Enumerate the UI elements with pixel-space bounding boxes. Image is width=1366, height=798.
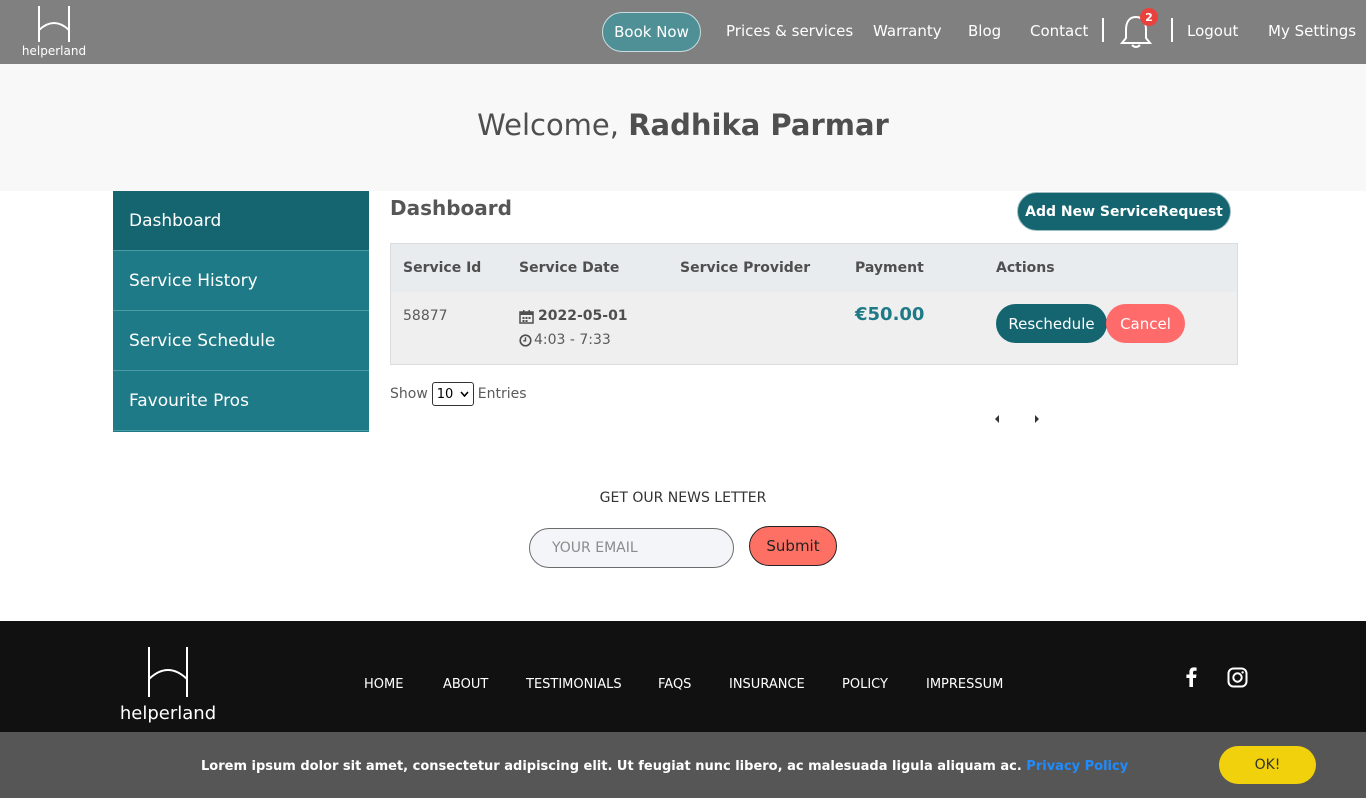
sidebar-item-service-history[interactable]: Service History xyxy=(113,251,369,311)
logo-mark-icon xyxy=(38,6,70,42)
column-header-service-id[interactable]: Service Id xyxy=(403,260,481,276)
footer-link-home[interactable]: HOME xyxy=(364,677,403,692)
logo-mark-icon xyxy=(148,647,188,697)
welcome-banner: Welcome, Radhika Parmar xyxy=(0,64,1366,191)
footer-link-policy[interactable]: POLICY xyxy=(842,677,888,692)
sidebar-item-favourite-pros[interactable]: Favourite Pros xyxy=(113,371,369,431)
service-time: 4:03 - 7:33 xyxy=(534,332,611,348)
page-title: Dashboard xyxy=(390,196,512,220)
facebook-icon[interactable] xyxy=(1185,667,1197,691)
service-time-cell: 4:03 - 7:33 xyxy=(519,332,611,348)
welcome-greeting: Welcome, xyxy=(477,108,619,142)
notification-badge: 2 xyxy=(1140,8,1158,26)
entries-control: Show 10 Entries xyxy=(390,382,527,406)
user-name: Radhika Parmar xyxy=(628,108,889,142)
newsletter-title: GET OUR NEWS LETTER xyxy=(599,490,767,506)
entries-label: Entries xyxy=(477,386,527,402)
reschedule-button[interactable]: Reschedule xyxy=(996,304,1107,343)
cookie-ok-button[interactable]: OK! xyxy=(1219,746,1316,784)
welcome-heading: Welcome, Radhika Parmar xyxy=(0,108,1366,142)
footer-link-testimonials[interactable]: TESTIMONIALS xyxy=(526,677,622,692)
brand-logo[interactable]: helperland xyxy=(14,4,94,60)
column-header-payment[interactable]: Payment xyxy=(855,260,924,276)
logout-link[interactable]: Logout xyxy=(1187,22,1238,40)
cookie-text: Lorem ipsum dolor sit amet, consectetur … xyxy=(201,759,1022,774)
footer-link-impressum[interactable]: IMPRESSUM xyxy=(926,677,1003,692)
add-service-request-button[interactable]: Add New ServiceRequest xyxy=(1017,192,1231,231)
instagram-icon[interactable] xyxy=(1227,667,1248,692)
nav-link-contact[interactable]: Contact xyxy=(1030,22,1088,40)
cookie-message: Lorem ipsum dolor sit amet, consectetur … xyxy=(201,759,1128,774)
service-table: Service Id Service Date Service Provider… xyxy=(390,243,1238,365)
footer-link-faqs[interactable]: FAQS xyxy=(658,677,691,692)
book-now-button[interactable]: Book Now xyxy=(602,12,701,52)
cookie-banner: Lorem ipsum dolor sit amet, consectetur … xyxy=(0,732,1366,798)
clock-icon xyxy=(519,333,532,347)
nav-link-blog[interactable]: Blog xyxy=(968,22,1001,40)
sidebar: Dashboard Service History Service Schedu… xyxy=(113,191,369,432)
my-settings-link[interactable]: My Settings xyxy=(1268,22,1356,40)
footer-logo[interactable]: helperland xyxy=(113,645,223,725)
column-header-service-provider[interactable]: Service Provider xyxy=(680,260,810,276)
service-date: 2022-05-01 xyxy=(538,308,628,324)
newsletter-submit-button[interactable]: Submit xyxy=(749,526,837,566)
service-id-cell: 58877 xyxy=(403,308,448,324)
table-header: Service Id Service Date Service Provider… xyxy=(391,244,1237,292)
pagination-next-icon[interactable] xyxy=(1033,414,1041,427)
column-header-actions: Actions xyxy=(996,260,1055,276)
pagination-prev-icon[interactable] xyxy=(993,414,1001,427)
chevron-down-icon xyxy=(460,391,469,397)
payment-amount: €50.00 xyxy=(855,304,925,325)
nav-divider xyxy=(1102,18,1104,42)
entries-select-value: 10 xyxy=(436,386,454,402)
nav-divider xyxy=(1171,18,1173,42)
nav-link-warranty[interactable]: Warranty xyxy=(873,22,942,40)
entries-select[interactable]: 10 xyxy=(431,382,474,406)
newsletter-email-input[interactable]: YOUR EMAIL xyxy=(529,528,734,568)
privacy-policy-link[interactable]: Privacy Policy xyxy=(1026,759,1128,774)
calendar-icon xyxy=(519,309,534,324)
top-navbar: helperland Book Now Prices & services Wa… xyxy=(0,0,1366,64)
footer-link-about[interactable]: ABOUT xyxy=(443,677,488,692)
show-label: Show xyxy=(390,386,428,402)
service-date-cell: 2022-05-01 xyxy=(519,308,628,324)
sidebar-item-service-schedule[interactable]: Service Schedule xyxy=(113,311,369,371)
column-header-service-date[interactable]: Service Date xyxy=(519,260,619,276)
footer-link-insurance[interactable]: INSURANCE xyxy=(729,677,805,692)
nav-link-prices[interactable]: Prices & services xyxy=(726,22,853,40)
footer-brand-name: helperland xyxy=(119,703,217,724)
sidebar-item-dashboard[interactable]: Dashboard xyxy=(113,191,369,251)
brand-name: helperland xyxy=(21,44,87,58)
cancel-button[interactable]: Cancel xyxy=(1106,304,1185,343)
